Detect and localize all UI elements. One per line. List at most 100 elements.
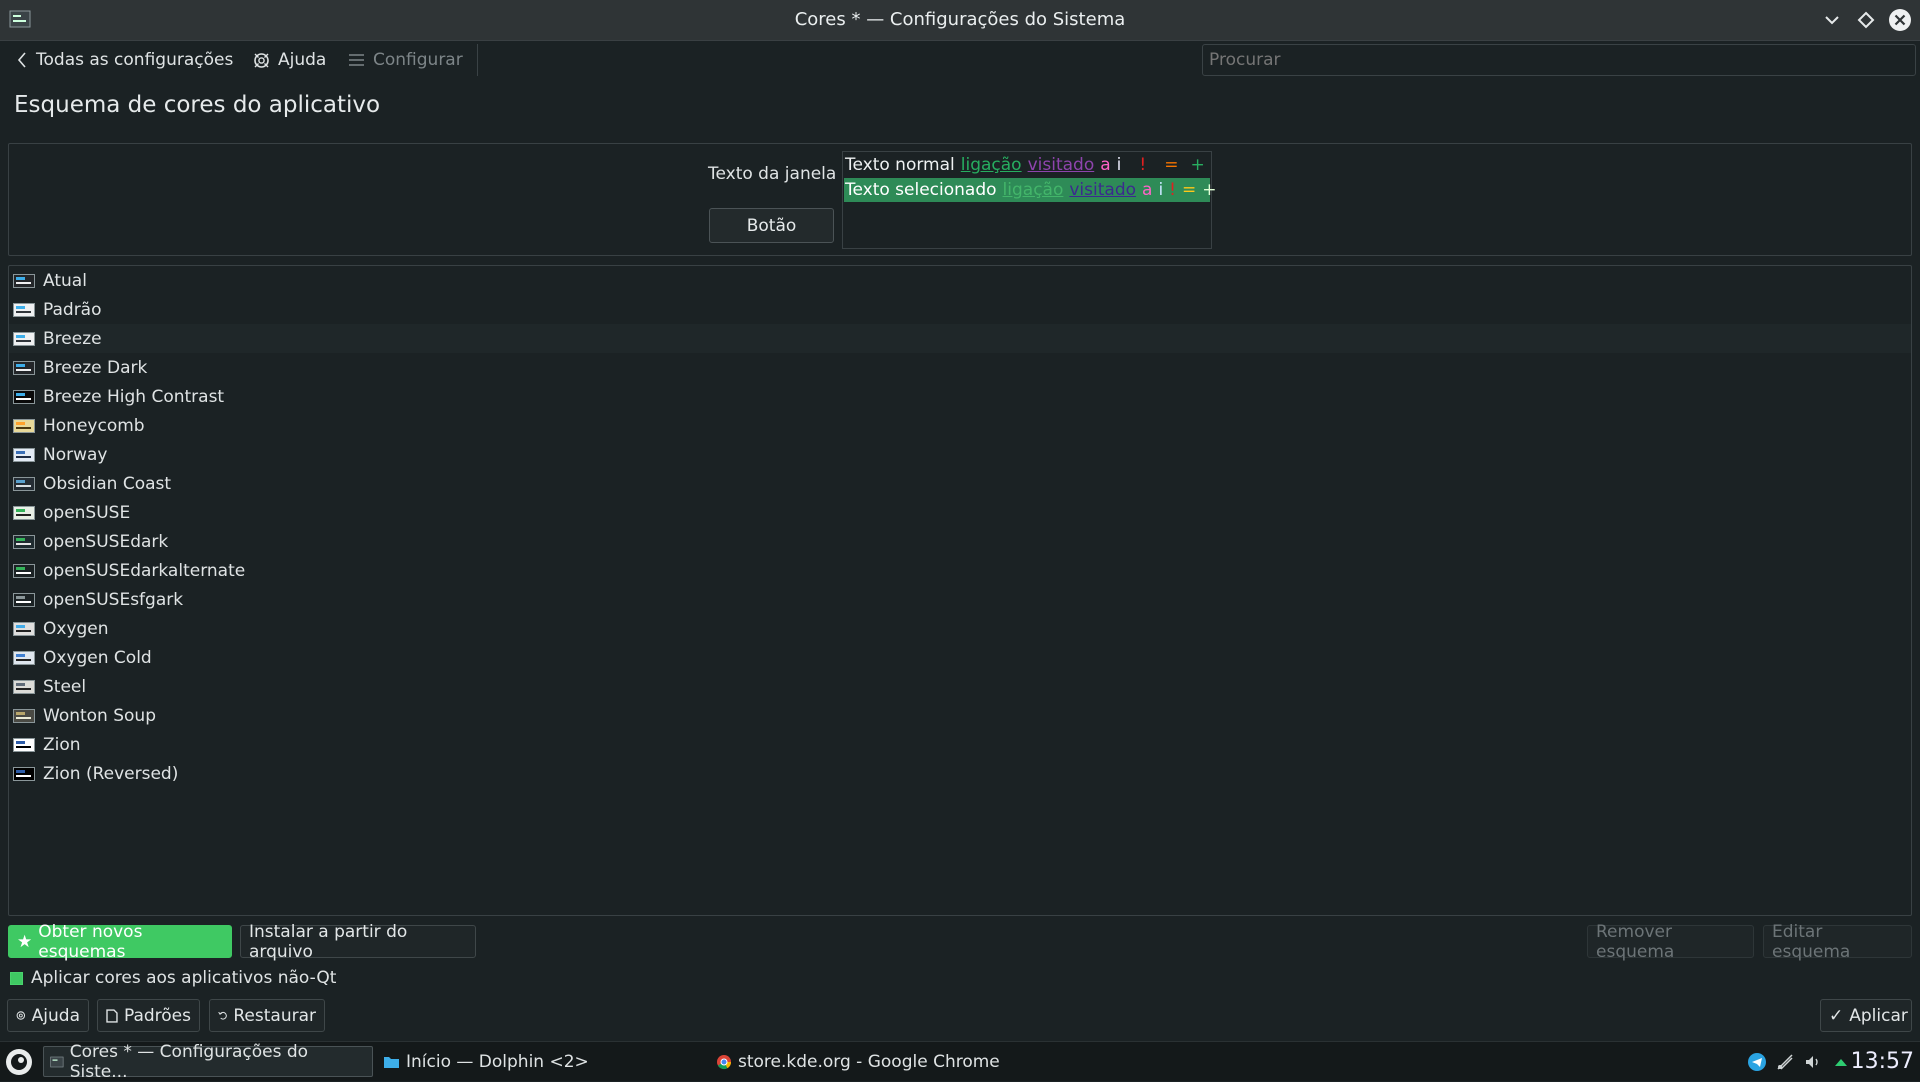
list-item[interactable]: Wonton Soup xyxy=(9,701,1911,730)
normal-link: ligação xyxy=(960,155,1022,175)
scheme-name: Oxygen Cold xyxy=(43,647,152,668)
list-item[interactable]: Oxygen Cold xyxy=(9,643,1911,672)
scheme-name: Honeycomb xyxy=(43,415,145,436)
help-button[interactable]: Ajuda xyxy=(253,40,326,80)
apply-button[interactable]: ✓ Aplicar xyxy=(1820,999,1912,1032)
list-item[interactable]: Atual xyxy=(9,266,1911,295)
scheme-icon xyxy=(13,737,35,752)
preview-normal-row: Texto normal ligação visitado a i! = + xyxy=(845,153,1211,177)
all-settings-button[interactable]: Todas as configurações xyxy=(16,40,233,80)
list-item[interactable]: Breeze Dark xyxy=(9,353,1911,382)
selected-text: Texto selecionado xyxy=(845,180,997,200)
list-item[interactable]: Obsidian Coast xyxy=(9,469,1911,498)
get-new-schemes-button[interactable]: ★ Obter novos esquemas xyxy=(8,922,232,962)
window-title: Cores * — Configurações do Sistema xyxy=(794,9,1126,30)
taskbar: Cores * — Configurações do Siste... Iníc… xyxy=(0,1041,1920,1082)
scheme-icon xyxy=(13,389,35,404)
expand-tray-icon[interactable] xyxy=(1831,1052,1851,1072)
scheme-name: Norway xyxy=(43,444,108,465)
footer-help-label: Ajuda xyxy=(31,1005,80,1026)
normal-visited: visitado xyxy=(1027,155,1095,175)
remove-scheme-button[interactable]: Remover esquema xyxy=(1587,922,1754,962)
normal-plus: + xyxy=(1190,155,1205,175)
apply-non-qt-row[interactable]: Aplicar cores aos aplicativos não-Qt xyxy=(10,968,336,988)
scheme-name: Breeze High Contrast xyxy=(43,386,225,407)
apply-non-qt-label: Aplicar cores aos aplicativos não-Qt xyxy=(31,968,337,988)
list-item[interactable]: Honeycomb xyxy=(9,411,1911,440)
help-icon xyxy=(254,52,269,68)
color-scheme-list[interactable]: Atual Padrão Breeze Breeze Dark Breeze H… xyxy=(8,265,1912,916)
scheme-icon xyxy=(13,418,35,433)
scheme-icon xyxy=(13,534,35,549)
list-item[interactable]: Breeze xyxy=(9,324,1911,353)
selected-plus: + xyxy=(1202,180,1217,200)
volume-icon[interactable] xyxy=(1803,1052,1823,1072)
list-item[interactable]: Norway xyxy=(9,440,1911,469)
selected-visited: visitado xyxy=(1069,180,1137,200)
scheme-name: Wonton Soup xyxy=(43,705,156,726)
normal-eq: = xyxy=(1164,155,1179,175)
help-icon xyxy=(16,1011,26,1020)
normal-i: i xyxy=(1116,155,1122,175)
list-item[interactable]: Steel xyxy=(9,672,1911,701)
scheme-icon xyxy=(13,302,35,317)
list-item[interactable]: Padrão xyxy=(9,295,1911,324)
clock[interactable]: 13:57 xyxy=(1851,1042,1914,1081)
list-item[interactable]: openSUSEdark xyxy=(9,527,1911,556)
scheme-icon xyxy=(13,563,35,578)
all-settings-label: Todas as configurações xyxy=(36,50,234,70)
telegram-icon[interactable] xyxy=(1747,1052,1767,1072)
task-system-settings[interactable]: Cores * — Configurações do Siste... xyxy=(43,1042,373,1082)
app-launcher-icon[interactable] xyxy=(4,1047,34,1082)
normal-a: a xyxy=(1100,155,1111,175)
task-label: Cores * — Configurações do Siste... xyxy=(69,1041,309,1082)
configure-button[interactable]: Configurar xyxy=(348,40,463,80)
list-item[interactable]: Oxygen xyxy=(9,614,1911,643)
remove-scheme-label: Remover esquema xyxy=(1596,921,1675,962)
scheme-icon xyxy=(13,621,35,636)
apply-non-qt-checkbox[interactable] xyxy=(10,971,23,985)
install-from-file-label: Instalar a partir do arquivo xyxy=(249,921,408,962)
minimize-icon[interactable] xyxy=(1820,8,1844,32)
selected-eq: = xyxy=(1182,180,1197,200)
list-item[interactable]: openSUSE xyxy=(9,498,1911,527)
scheme-icon xyxy=(13,766,35,781)
preview-sample: Texto normal ligação visitado a i! = + Texto s… xyxy=(842,151,1217,249)
scheme-name: Atual xyxy=(43,270,87,291)
help-label: Ajuda xyxy=(278,50,327,70)
defaults-button[interactable]: Padrões xyxy=(97,999,200,1032)
scheme-icon xyxy=(13,331,35,346)
list-item[interactable]: Zion xyxy=(9,730,1911,759)
scheme-name: Zion (Reversed) xyxy=(43,763,179,784)
chevron-left-icon xyxy=(17,52,26,68)
network-icon[interactable] xyxy=(1775,1052,1795,1072)
undo-icon xyxy=(218,1011,227,1020)
scheme-icon xyxy=(13,360,35,375)
scheme-icon xyxy=(13,447,35,462)
scheme-icon xyxy=(13,592,35,607)
reset-button[interactable]: Restaurar xyxy=(209,999,325,1032)
footer-help-button[interactable]: Ajuda xyxy=(7,999,89,1032)
list-item[interactable]: Zion (Reversed) xyxy=(9,759,1911,788)
task-dolphin[interactable]: Início — Dolphin <2> xyxy=(377,1046,677,1077)
edit-scheme-button[interactable]: Editar esquema xyxy=(1763,922,1912,962)
window-titlebar: Cores * — Configurações do Sistema xyxy=(0,0,1920,41)
scheme-name: openSUSE xyxy=(43,502,131,523)
install-from-file-button[interactable]: Instalar a partir do arquivo xyxy=(240,922,476,962)
reset-label: Restaurar xyxy=(233,1005,316,1026)
search-input[interactable] xyxy=(1202,44,1916,76)
selected-link: ligação xyxy=(1002,180,1064,200)
menu-icon xyxy=(349,54,364,66)
scheme-name: Breeze Dark xyxy=(43,357,148,378)
list-item[interactable]: openSUSEsfgark xyxy=(9,585,1911,614)
task-chrome[interactable]: store.kde.org - Google Chrome xyxy=(710,1046,1010,1077)
list-item[interactable]: Breeze High Contrast xyxy=(9,382,1911,411)
close-icon[interactable] xyxy=(1888,8,1912,32)
scheme-name: openSUSEsfgark xyxy=(43,589,184,610)
chrome-icon xyxy=(717,1054,732,1069)
window-text-label: Texto da janela xyxy=(708,164,837,184)
task-label: store.kde.org - Google Chrome xyxy=(738,1051,1000,1072)
apply-label: Aplicar xyxy=(1849,1005,1908,1026)
list-item[interactable]: openSUSEdarkalternate xyxy=(9,556,1911,585)
maximize-icon[interactable] xyxy=(1854,8,1878,32)
